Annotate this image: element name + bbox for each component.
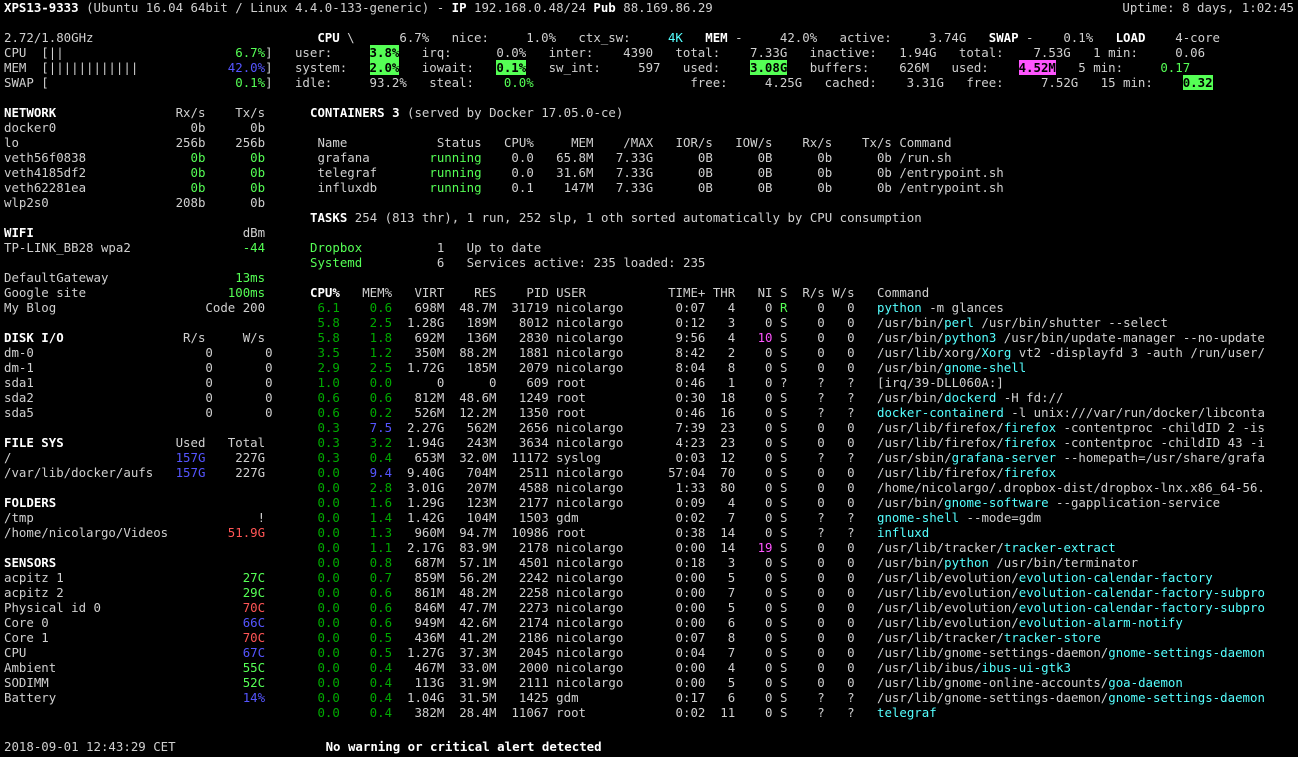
left-sidebar: NETWORK Rx/s Tx/sdocker0 0b 0blo 256b 25… — [4, 105, 296, 705]
alert-status: No warning or critical alert detected — [326, 739, 602, 754]
pub-label: Pub — [593, 0, 615, 15]
footer-bar: 2018-09-01 12:43:29 CET No warning or cri… — [4, 739, 1294, 754]
hostname: XPS13-9333 — [4, 0, 79, 15]
ip-label: IP — [452, 0, 467, 15]
main-panel: CONTAINERS 3 (served by Docker 17.05.0-c… — [310, 105, 1265, 720]
pub-value: 88.169.86.29 — [623, 0, 713, 15]
uptime: Uptime: 8 days, 1:02:45 — [1122, 0, 1294, 15]
os-info: (Ubuntu 16.04 64bit / Linux 4.4.0-133-ge… — [86, 0, 429, 15]
ip-value: 192.168.0.48/24 — [474, 0, 586, 15]
timestamp: 2018-09-01 12:43:29 CET — [4, 739, 176, 754]
header-bar: XPS13-9333 (Ubuntu 16.04 64bit / Linux 4… — [4, 0, 1294, 15]
system-summary-row: 2.72/1.80GHz CPU \ 6.7% nice: 1.0% ctx_s… — [4, 30, 1294, 90]
